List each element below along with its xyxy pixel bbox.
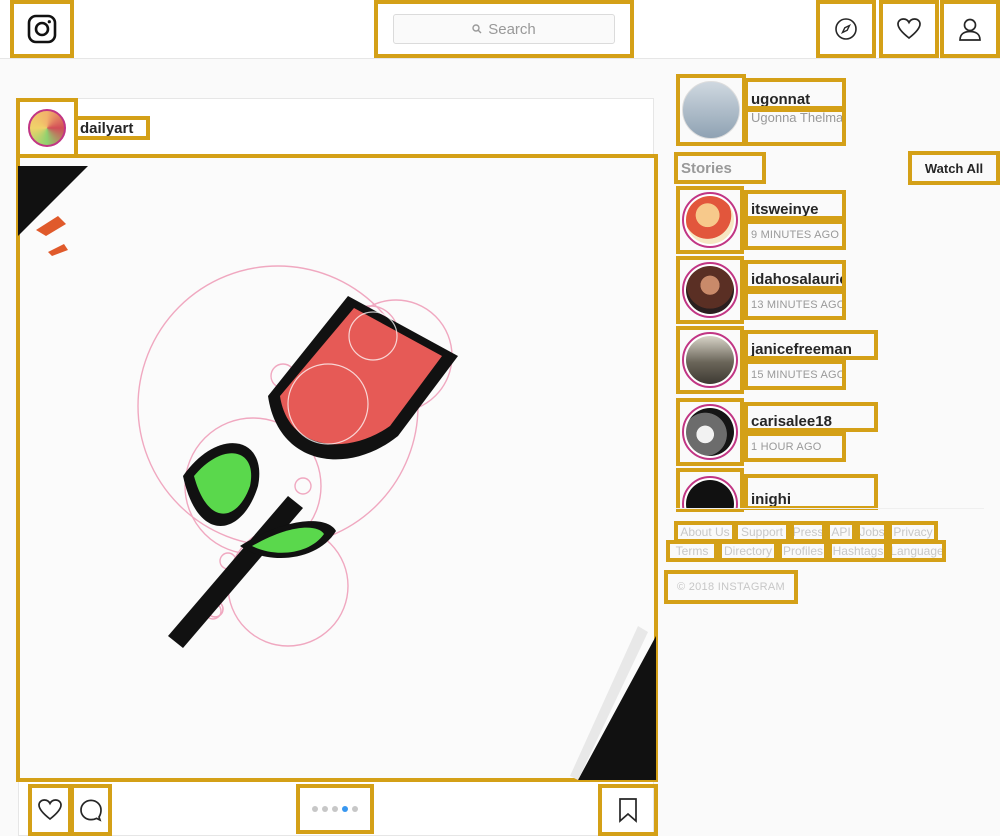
search-icon: [472, 24, 482, 34]
like-button[interactable]: [28, 784, 72, 836]
footer-link[interactable]: Press: [790, 521, 826, 543]
heart-icon: [38, 799, 62, 821]
current-user-avatar[interactable]: [676, 74, 746, 146]
comment-button[interactable]: [70, 784, 112, 836]
story-time: 15 MINUTES AGO: [744, 360, 846, 390]
story-avatar[interactable]: [676, 256, 744, 324]
story-username[interactable]: carisalee18: [744, 402, 878, 432]
footer-link[interactable]: Terms: [666, 540, 718, 562]
footer-link[interactable]: Directory: [718, 540, 778, 562]
story-username[interactable]: idahosalaurie: [744, 260, 846, 290]
stories-divider: [676, 508, 984, 509]
current-user-username[interactable]: ugonnat: [744, 78, 846, 110]
footer-link[interactable]: Language: [888, 540, 946, 562]
activity-heart-icon[interactable]: [879, 0, 939, 58]
story-time: 9 MINUTES AGO: [744, 220, 846, 250]
footer-link[interactable]: Jobs: [856, 521, 888, 543]
carousel-dot: [322, 806, 328, 812]
story-avatar[interactable]: [676, 398, 744, 466]
carousel-dot-active: [342, 806, 348, 812]
bookmark-icon: [619, 798, 637, 823]
story-avatar[interactable]: [676, 326, 744, 394]
save-button[interactable]: [598, 784, 658, 836]
carousel-dot: [312, 806, 318, 812]
story-avatar[interactable]: [676, 468, 744, 512]
story-time: 1 HOUR AGO: [744, 432, 846, 462]
story-username[interactable]: inighi: [744, 474, 878, 510]
copyright-text: © 2018 INSTAGRAM: [664, 570, 798, 604]
carousel-indicator: [296, 784, 374, 834]
current-user-fullname: Ugonna Thelma: [744, 108, 846, 146]
search-placeholder: Search: [488, 20, 536, 38]
footer-link[interactable]: API: [826, 521, 856, 543]
watch-all-button[interactable]: Watch All: [908, 151, 1000, 185]
footer-link[interactable]: Profiles: [778, 540, 828, 562]
post-image[interactable]: [16, 154, 658, 782]
story-time: 13 MINUTES AGO: [744, 290, 846, 320]
carousel-dot: [332, 806, 338, 812]
footer-link[interactable]: Support: [734, 521, 790, 543]
search-input[interactable]: Search: [393, 14, 615, 44]
story-avatar[interactable]: [676, 186, 744, 254]
story-username[interactable]: janicefreeman: [744, 330, 878, 360]
explore-compass-icon[interactable]: [816, 0, 876, 58]
instagram-logo-icon[interactable]: [10, 0, 74, 58]
footer-link[interactable]: About Us: [674, 521, 736, 543]
footer-link[interactable]: Privacy: [888, 521, 938, 543]
post-author-username[interactable]: dailyart: [74, 116, 150, 140]
comment-bubble-icon: [80, 799, 102, 822]
search-container: Search: [374, 0, 634, 58]
story-username[interactable]: itsweinye: [744, 190, 846, 220]
footer-link[interactable]: Hashtags: [828, 540, 888, 562]
post-author-avatar[interactable]: [16, 98, 78, 158]
carousel-dot: [352, 806, 358, 812]
stories-heading: Stories: [674, 152, 766, 184]
profile-person-icon[interactable]: [940, 0, 1000, 58]
